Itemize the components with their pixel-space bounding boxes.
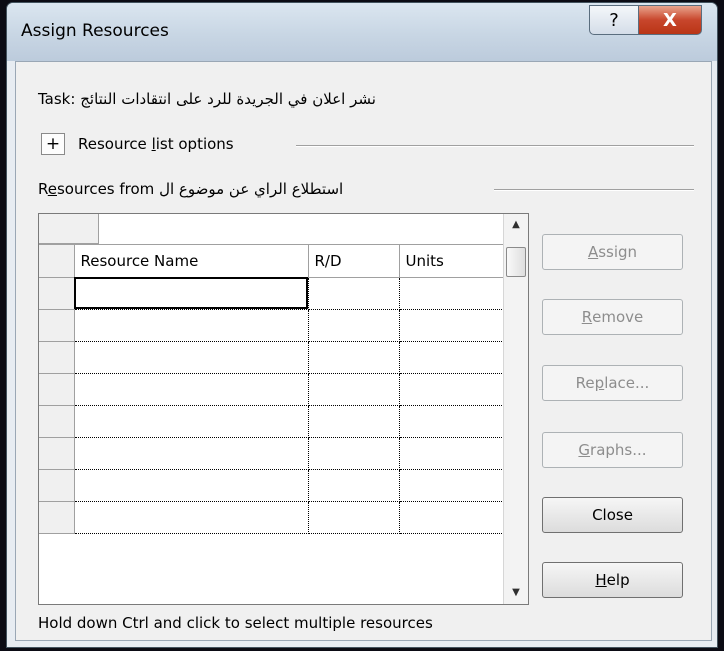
row-header[interactable]	[39, 309, 75, 342]
table-row[interactable]	[39, 277, 504, 310]
scroll-up-icon[interactable]: ▲	[504, 214, 528, 236]
rd-cell[interactable]	[308, 469, 400, 502]
resource-name-cell[interactable]	[74, 277, 309, 310]
rf-label-part: sources from	[56, 180, 155, 198]
dialog-body: Task: نشر اعلان في الجريدة للرد على انتق…	[15, 61, 712, 641]
btn-mnemonic: A	[587, 243, 599, 261]
row-header[interactable]	[39, 437, 75, 470]
resource-name-cell[interactable]	[74, 437, 309, 470]
task-line: Task: نشر اعلان في الجريدة للرد على انتق…	[38, 90, 376, 108]
rd-cell[interactable]	[308, 373, 400, 406]
resource-table: Resource Name R/D Units	[39, 245, 504, 534]
resource-name-cell[interactable]	[74, 405, 309, 438]
grid-corner	[39, 214, 99, 244]
table-row[interactable]	[39, 373, 504, 406]
units-cell[interactable]	[399, 437, 504, 470]
rd-cell[interactable]	[308, 405, 400, 438]
resource-list-options-label[interactable]: Resource list options	[78, 135, 234, 153]
btn-text: Re	[575, 374, 595, 392]
scroll-down-icon[interactable]: ▼	[504, 582, 528, 604]
btn-text: Close	[592, 506, 633, 524]
btn-text: emove	[592, 308, 644, 326]
btn-mnemonic: p	[594, 374, 605, 392]
table-row[interactable]	[39, 405, 504, 438]
units-cell[interactable]	[399, 405, 504, 438]
units-cell[interactable]	[399, 469, 504, 502]
rf-mnemonic: e	[47, 180, 57, 198]
table-row[interactable]	[39, 437, 504, 470]
table-header-row: Resource Name R/D Units	[39, 245, 504, 278]
remove-button[interactable]: Remove	[542, 299, 683, 335]
row-header[interactable]	[39, 341, 75, 374]
divider	[296, 145, 694, 147]
btn-mnemonic: H	[595, 571, 607, 589]
column-header-rd[interactable]: R/D	[308, 245, 400, 278]
resource-name-cell[interactable]	[74, 373, 309, 406]
task-name: نشر اعلان في الجريدة للرد على انتقادات ا…	[80, 90, 376, 108]
row-header[interactable]	[39, 501, 75, 534]
rlo-label-part: Resource	[78, 135, 152, 153]
replace-button[interactable]: Re p lace...	[542, 365, 683, 401]
header-corner	[39, 245, 75, 278]
rf-label-part: R	[38, 180, 48, 198]
resources-from-label: Resources from استطلاع الراي عن موضوع ال	[38, 180, 343, 198]
task-label: Task:	[38, 90, 76, 108]
btn-mnemonic: R	[581, 308, 593, 326]
table-row[interactable]	[39, 309, 504, 342]
rd-cell[interactable]	[308, 277, 400, 310]
resource-name-cell[interactable]	[74, 501, 309, 534]
rd-cell[interactable]	[308, 341, 400, 374]
btn-text: lace...	[604, 374, 650, 392]
graphs-button[interactable]: Graphs...	[542, 432, 683, 468]
resource-list-options-expand-button[interactable]: +	[41, 133, 65, 155]
rlo-label-part: ist options	[155, 135, 234, 153]
close-icon[interactable]: X	[638, 5, 702, 35]
grid-edit-bar[interactable]	[39, 214, 503, 244]
rd-cell[interactable]	[308, 309, 400, 342]
btn-text: elp	[606, 571, 630, 589]
assign-resources-dialog: Assign Resources ? X Task: نشر اعلان في …	[6, 2, 718, 648]
units-cell[interactable]	[399, 373, 504, 406]
rd-cell[interactable]	[308, 437, 400, 470]
resource-name-cell[interactable]	[74, 469, 309, 502]
btn-text: raphs...	[590, 441, 647, 459]
scroll-thumb[interactable]	[506, 247, 526, 277]
window-title: Assign Resources	[21, 21, 169, 41]
units-cell[interactable]	[399, 501, 504, 534]
divider	[494, 189, 694, 191]
resource-name-cell[interactable]	[74, 309, 309, 342]
btn-text: ssign	[598, 243, 638, 261]
column-header-units[interactable]: Units	[399, 245, 504, 278]
btn-mnemonic: G	[578, 441, 591, 459]
title-bar[interactable]: Assign Resources ? X	[7, 3, 717, 61]
resource-grid[interactable]: Resource Name R/D Units ▲ ▼	[38, 213, 529, 605]
table-row[interactable]	[39, 341, 504, 374]
row-header[interactable]	[39, 277, 75, 310]
units-cell[interactable]	[399, 309, 504, 342]
status-hint: Hold down Ctrl and click to select multi…	[38, 614, 433, 632]
column-header-resource-name[interactable]: Resource Name	[74, 245, 309, 278]
table-row[interactable]	[39, 469, 504, 502]
resources-from-source: استطلاع الراي عن موضوع ال	[159, 180, 344, 198]
help-question-icon[interactable]: ?	[589, 5, 639, 35]
help-button[interactable]: Help	[542, 562, 683, 598]
row-header[interactable]	[39, 373, 75, 406]
table-row[interactable]	[39, 501, 504, 534]
row-header[interactable]	[39, 405, 75, 438]
units-cell[interactable]	[399, 277, 504, 310]
assign-button[interactable]: Assign	[542, 234, 683, 270]
row-header[interactable]	[39, 469, 75, 502]
resource-name-cell[interactable]	[74, 341, 309, 374]
units-cell[interactable]	[399, 341, 504, 374]
table-body	[39, 277, 504, 534]
close-button[interactable]: Close	[542, 497, 683, 533]
rd-cell[interactable]	[308, 501, 400, 534]
vertical-scrollbar[interactable]: ▲ ▼	[503, 214, 528, 604]
